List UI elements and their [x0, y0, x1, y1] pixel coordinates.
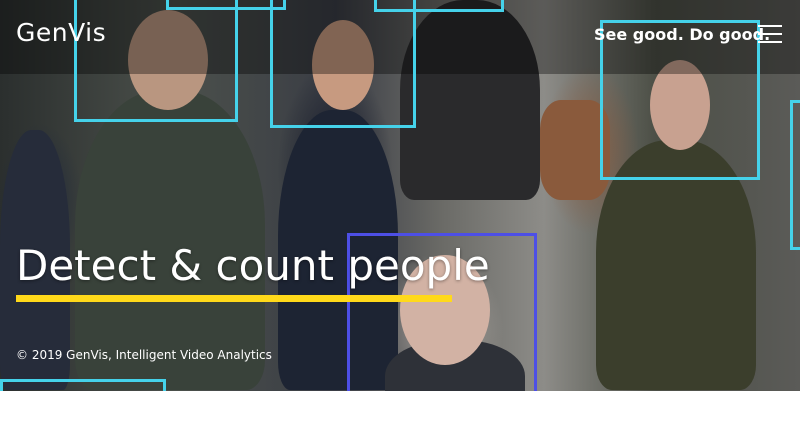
copyright-text: © 2019 GenVis, Intelligent Video Analyti…: [16, 348, 272, 362]
tagline: See good. Do good.: [594, 25, 771, 44]
headline-underline: [16, 295, 452, 302]
logo[interactable]: GenVis: [16, 18, 106, 47]
detection-box-3: [166, 0, 286, 10]
hamburger-menu-icon[interactable]: [758, 25, 782, 45]
hero-banner: GenVis See good. Do good. Detect & count…: [0, 0, 800, 391]
crowd-person-1: [75, 90, 265, 390]
detection-box-7: [0, 379, 166, 391]
menu-line: [758, 25, 782, 27]
menu-line: [758, 41, 782, 43]
detection-box-5: [600, 20, 760, 180]
menu-line: [758, 33, 782, 35]
detection-box-4: [374, 0, 504, 12]
detection-box-2: [270, 0, 416, 128]
hero-headline: Detect & count people: [16, 241, 490, 290]
detection-box-6: [790, 100, 800, 250]
